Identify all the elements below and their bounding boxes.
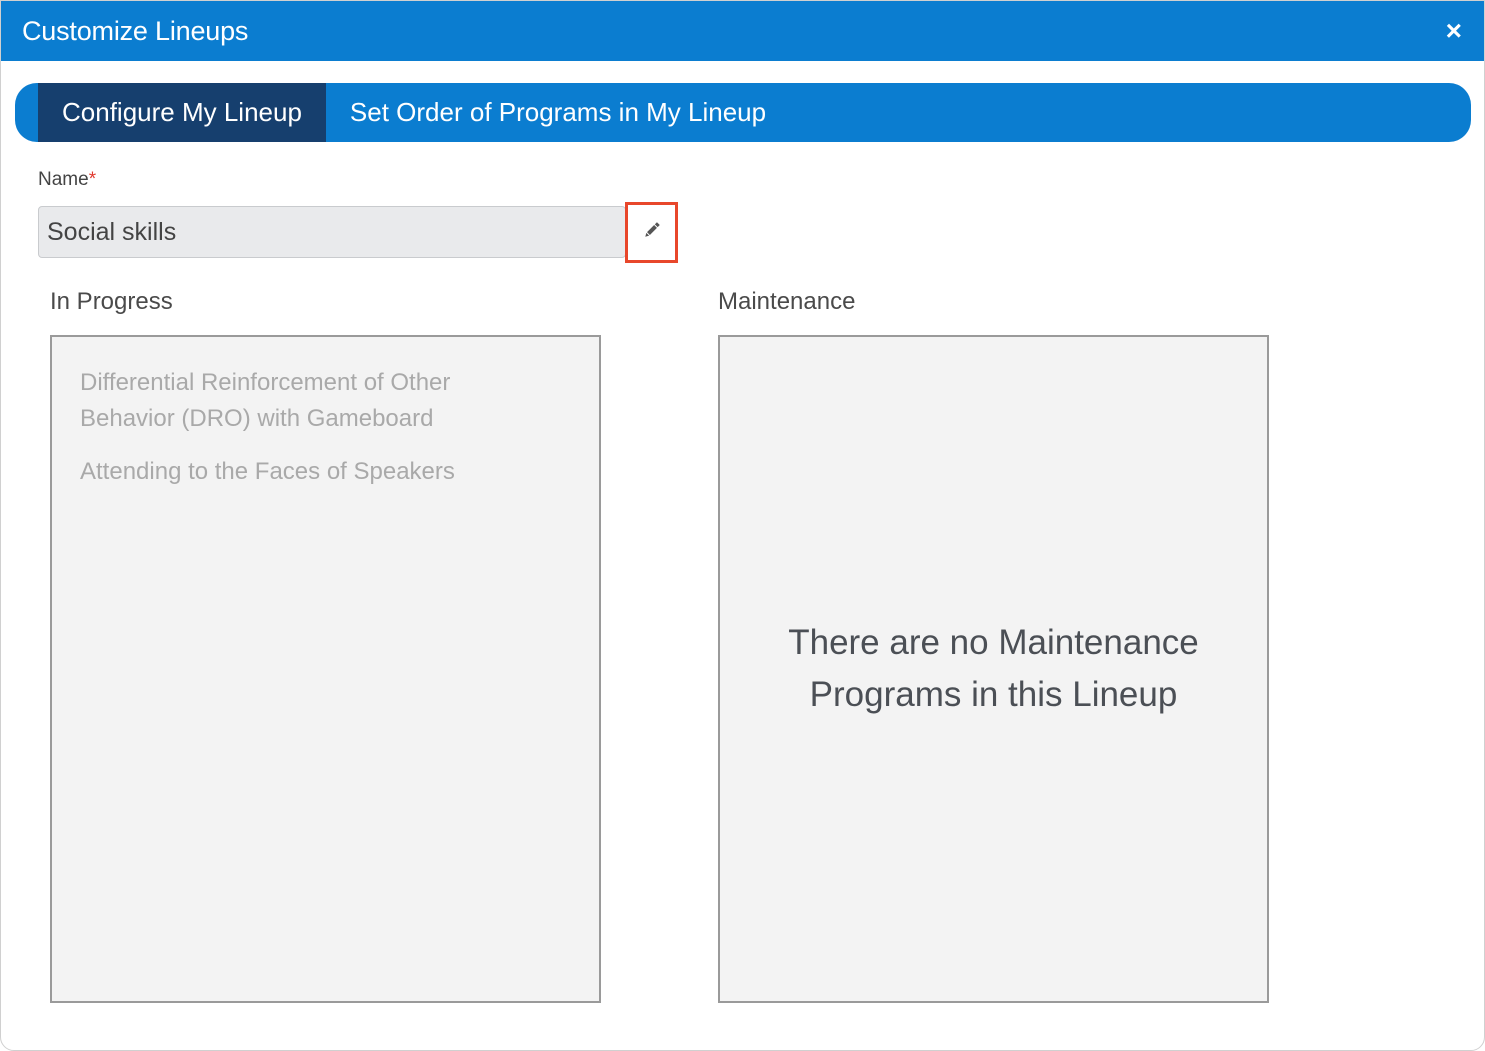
- maintenance-empty-message: There are no Maintenance Programs in thi…: [788, 623, 1199, 714]
- maintenance-panel: There are no Maintenance Programs in thi…: [718, 335, 1269, 1003]
- pencil-icon: [642, 220, 662, 245]
- lineup-name-input[interactable]: [38, 206, 626, 258]
- close-icon[interactable]: ×: [1446, 17, 1462, 45]
- name-field-label: Name*: [38, 169, 96, 191]
- dialog-title: Customize Lineups: [22, 15, 249, 46]
- in-progress-list: Differential Reinforcement of Other Beha…: [52, 337, 599, 490]
- in-progress-heading: In Progress: [50, 288, 173, 315]
- edit-name-button[interactable]: [625, 202, 678, 263]
- in-progress-panel: Differential Reinforcement of Other Beha…: [50, 335, 601, 1003]
- name-label-text: Name: [38, 169, 89, 190]
- tab-configure-my-lineup[interactable]: Configure My Lineup: [38, 83, 326, 142]
- list-item[interactable]: Differential Reinforcement of Other Beha…: [80, 365, 540, 437]
- dialog-titlebar: Customize Lineups ×: [1, 1, 1484, 61]
- maintenance-heading: Maintenance: [718, 288, 856, 315]
- tab-set-order-of-programs[interactable]: Set Order of Programs in My Lineup: [326, 83, 790, 142]
- customize-lineups-dialog: Customize Lineups × Configure My Lineup …: [0, 0, 1485, 1051]
- required-asterisk: *: [88, 169, 97, 190]
- list-item[interactable]: Attending to the Faces of Speakers: [80, 454, 540, 490]
- tab-bar: Configure My Lineup Set Order of Program…: [15, 83, 1471, 142]
